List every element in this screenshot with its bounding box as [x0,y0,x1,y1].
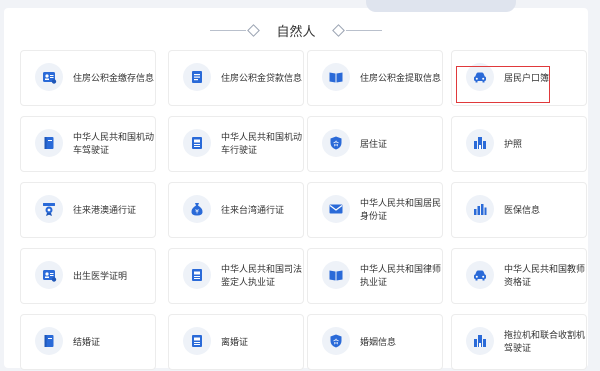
service-card[interactable]: 结婚证 [20,314,156,370]
car-icon [466,261,494,289]
svg-text:合: 合 [333,140,339,148]
service-card-label: 拖拉机和联合收割机驾驶证 [504,331,586,354]
building-icon [466,129,494,157]
service-card-label: 中华人民共和国教师资格证 [504,265,586,288]
book-icon [183,63,211,91]
service-card-label: 住房公积金提取信息 [360,73,442,84]
open-book-icon [322,261,350,289]
service-card-label: 住房公积金贷款信息 [221,73,303,84]
document-icon [183,261,211,289]
service-card[interactable]: 住房公积金缴存信息 [20,50,156,106]
service-card-label: 中华人民共和国居民身份证 [360,199,442,222]
booklet-icon [35,129,63,157]
service-card[interactable]: ¥ 往来台湾通行证 [168,182,304,238]
service-card[interactable]: 中华人民共和国机动车行驶证 [168,116,304,172]
service-card[interactable]: 住房公积金提取信息 [307,50,443,106]
award-icon [35,195,63,223]
service-grid: 住房公积金缴存信息 住房公积金贷款信息 住房公积金提取信息 居民户口簿 中华人民共和国机… [4,8,588,370]
service-card-label: 中华人民共和国司法鉴定人执业证 [221,265,303,288]
service-card-label: 往来台湾通行证 [221,205,285,216]
id-card-icon [35,63,63,91]
document-icon [183,327,211,355]
shield-icon: 合 [322,129,350,157]
service-card[interactable]: 合 居住证 [307,116,443,172]
service-card[interactable]: 合 婚姻信息 [307,314,443,370]
service-card-label: 出生医学证明 [73,271,128,282]
service-card-label: 离婚证 [221,337,249,348]
service-card[interactable]: 往来港澳通行证 [20,182,156,238]
service-card-label: 医保信息 [504,205,541,216]
service-card[interactable]: 中华人民共和国司法鉴定人执业证 [168,248,304,304]
service-card[interactable]: 中华人民共和国机动车驾驶证 [20,116,156,172]
service-card[interactable]: 拖拉机和联合收割机驾驶证 [451,314,587,370]
id-card-icon [35,261,63,289]
service-card-label: 往来港澳通行证 [73,205,137,216]
service-card-label: 婚姻信息 [360,337,397,348]
open-book-icon [322,63,350,91]
selection-highlight [456,66,550,103]
bar-chart-icon [466,195,494,223]
service-card-label: 住房公积金缴存信息 [73,73,155,84]
service-card[interactable]: 离婚证 [168,314,304,370]
shield-icon: 合 [322,327,350,355]
service-card-label: 中华人民共和国机动车行驶证 [221,133,303,156]
service-card-label: 护照 [504,139,523,150]
service-card[interactable]: 中华人民共和国律师执业证 [307,248,443,304]
main-panel: 自然人 住房公积金缴存信息 住房公积金贷款信息 住房公积金提取信息 居民户口簿 中华人民… [4,0,588,370]
service-card-label: 居住证 [360,139,388,150]
service-card-label: 中华人民共和国律师执业证 [360,265,442,288]
building-icon [466,327,494,355]
service-card[interactable]: 住房公积金贷款信息 [168,50,304,106]
service-card[interactable]: 出生医学证明 [20,248,156,304]
service-card[interactable]: 护照 [451,116,587,172]
service-card-label: 结婚证 [73,337,101,348]
service-card[interactable]: 中华人民共和国居民身份证 [307,182,443,238]
service-card[interactable]: 中华人民共和国教师资格证 [451,248,587,304]
service-card[interactable]: 医保信息 [451,182,587,238]
svg-text:¥: ¥ [195,208,199,215]
svg-text:合: 合 [333,338,339,346]
document-icon [183,129,211,157]
service-card-label: 中华人民共和国机动车驾驶证 [73,133,155,156]
money-bag-icon: ¥ [183,195,211,223]
booklet-icon [35,327,63,355]
mail-icon [322,195,350,223]
